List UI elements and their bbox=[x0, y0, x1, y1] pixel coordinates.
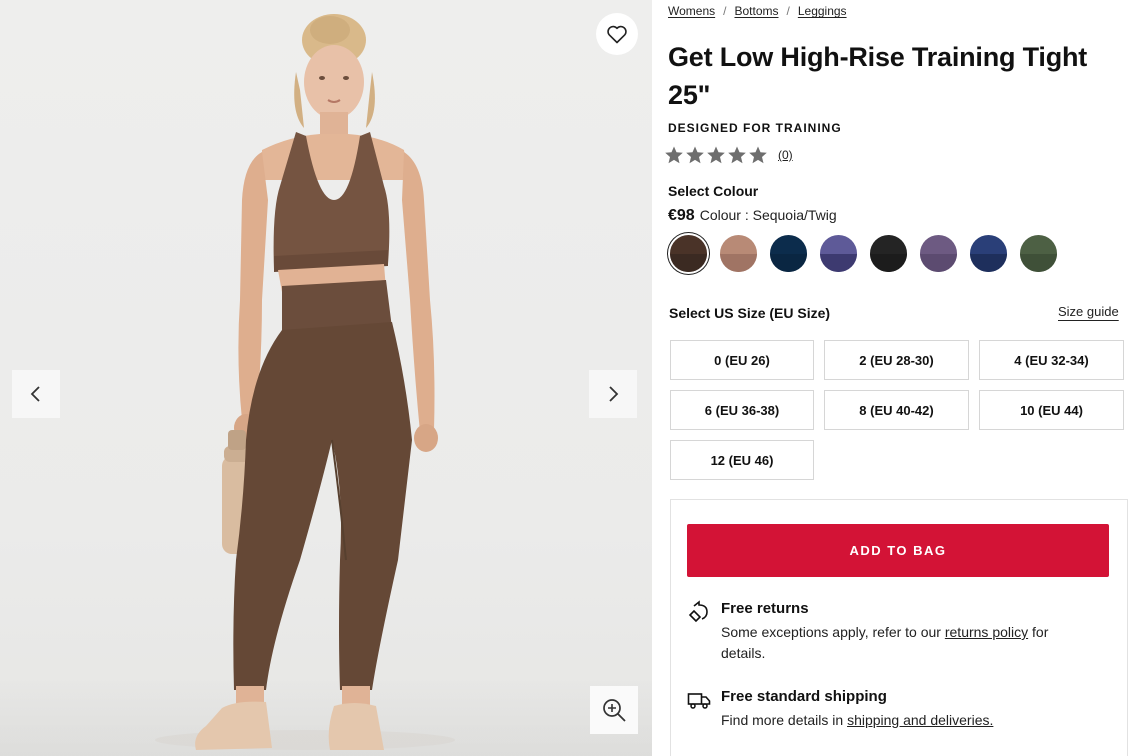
star-icon bbox=[665, 146, 683, 164]
breadcrumb-separator: / bbox=[723, 4, 727, 18]
free-shipping-text: Find more details in shipping and delive… bbox=[721, 712, 994, 728]
product-image-gallery bbox=[0, 0, 652, 756]
product-price: €98 bbox=[668, 207, 695, 224]
review-count-link[interactable]: (0) bbox=[778, 148, 793, 162]
breadcrumb-womens[interactable]: Womens bbox=[668, 4, 715, 18]
select-colour-label: Select Colour bbox=[668, 183, 759, 199]
breadcrumb-separator: / bbox=[786, 4, 790, 18]
previous-image-button[interactable] bbox=[12, 370, 60, 418]
returns-arrow-icon bbox=[688, 600, 708, 623]
colour-swatch[interactable] bbox=[720, 235, 757, 272]
swatch-lower-half bbox=[1020, 253, 1057, 272]
wishlist-button[interactable] bbox=[596, 13, 638, 55]
zoom-in-icon bbox=[603, 699, 626, 722]
colour-swatch[interactable] bbox=[670, 235, 707, 272]
colour-swatch[interactable] bbox=[920, 235, 957, 272]
free-returns-benefit: Free returns Some exceptions apply, refe… bbox=[687, 600, 1081, 664]
colour-swatch[interactable] bbox=[870, 235, 907, 272]
product-tagline: DESIGNED FOR TRAINING bbox=[668, 121, 842, 135]
star-icon bbox=[707, 146, 725, 164]
swatch-lower-half bbox=[920, 253, 957, 272]
size-option[interactable]: 12 (EU 46) bbox=[670, 440, 814, 480]
swatch-lower-half bbox=[770, 253, 807, 272]
shipping-deliveries-link[interactable]: shipping and deliveries. bbox=[847, 712, 993, 728]
delivery-truck-icon bbox=[687, 693, 711, 709]
product-title: Get Low High-Rise Training Tight 25" bbox=[668, 42, 1088, 110]
size-option[interactable]: 6 (EU 36-38) bbox=[670, 390, 814, 430]
add-to-bag-button[interactable]: ADD TO BAG bbox=[687, 524, 1109, 577]
breadcrumb: Womens / Bottoms / Leggings bbox=[668, 4, 847, 18]
product-model-photo[interactable] bbox=[0, 0, 652, 756]
size-option[interactable]: 8 (EU 40-42) bbox=[824, 390, 969, 430]
free-shipping-title: Free standard shipping bbox=[721, 688, 887, 705]
swatch-lower-half bbox=[720, 253, 757, 272]
star-icon bbox=[728, 146, 746, 164]
size-options: 0 (EU 26) 2 (EU 28-30) 4 (EU 32-34) 6 (EU 3… bbox=[670, 340, 1126, 480]
product-info-panel: Womens / Bottoms / Leggings Get Low High… bbox=[652, 0, 1145, 756]
star-icon bbox=[686, 146, 704, 164]
heart-outline-icon bbox=[607, 25, 627, 44]
size-option[interactable]: 4 (EU 32-34) bbox=[979, 340, 1124, 380]
colour-swatch[interactable] bbox=[1020, 235, 1057, 272]
chevron-left-icon bbox=[30, 386, 40, 402]
size-guide-link[interactable]: Size guide bbox=[1058, 304, 1119, 319]
colour-swatch[interactable] bbox=[820, 235, 857, 272]
product-rating: (0) bbox=[664, 145, 793, 165]
price-row: €98 Colour : Sequoia/Twig bbox=[668, 207, 837, 225]
breadcrumb-leggings[interactable]: Leggings bbox=[798, 4, 847, 18]
returns-policy-link[interactable]: returns policy bbox=[945, 624, 1028, 640]
free-returns-title: Free returns bbox=[721, 600, 809, 617]
size-option[interactable]: 2 (EU 28-30) bbox=[824, 340, 969, 380]
next-image-button[interactable] bbox=[589, 370, 637, 418]
purchase-box: ADD TO BAG Free returns Some exceptions … bbox=[670, 499, 1128, 756]
rating-stars bbox=[664, 145, 768, 165]
swatch-lower-half bbox=[670, 253, 707, 272]
colour-swatch[interactable] bbox=[770, 235, 807, 272]
free-shipping-benefit: Free standard shipping Find more details… bbox=[687, 688, 1081, 731]
swatch-lower-half bbox=[970, 253, 1007, 272]
selected-colour-name: Colour : Sequoia/Twig bbox=[699, 207, 837, 223]
chevron-right-icon bbox=[609, 386, 619, 402]
size-label: Select US Size (EU Size) bbox=[669, 305, 831, 321]
size-option[interactable]: 10 (EU 44) bbox=[979, 390, 1124, 430]
colour-swatches bbox=[670, 235, 1057, 272]
swatch-lower-half bbox=[820, 253, 857, 272]
colour-swatch[interactable] bbox=[970, 235, 1007, 272]
breadcrumb-bottoms[interactable]: Bottoms bbox=[734, 4, 778, 18]
free-returns-text: Some exceptions apply, refer to our retu… bbox=[721, 624, 1049, 661]
star-icon bbox=[749, 146, 767, 164]
size-option[interactable]: 0 (EU 26) bbox=[670, 340, 814, 380]
zoom-image-button[interactable] bbox=[590, 686, 638, 734]
swatch-lower-half bbox=[870, 253, 907, 272]
